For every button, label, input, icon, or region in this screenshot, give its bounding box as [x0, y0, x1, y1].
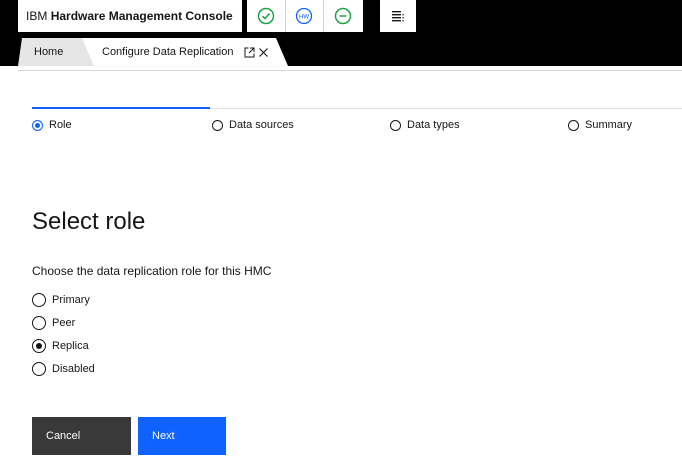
minus-circle-icon: [335, 7, 352, 25]
radio-label: Primary: [52, 294, 90, 306]
brand-name: Hardware Management Console: [50, 9, 233, 23]
radio-button[interactable]: [32, 293, 46, 307]
launch-icon[interactable]: [244, 47, 255, 58]
step-label: Data sources: [229, 119, 294, 131]
radio-button[interactable]: [32, 362, 46, 376]
radio-label: Replica: [52, 340, 89, 352]
step-label: Data types: [407, 119, 460, 131]
radio-option-peer[interactable]: Peer: [32, 315, 75, 331]
step-role[interactable]: Role: [32, 118, 72, 132]
cancel-button[interactable]: Cancel: [32, 417, 131, 455]
step-summary[interactable]: Summary: [568, 118, 632, 132]
step-label: Summary: [585, 119, 633, 131]
radio-option-disabled[interactable]: Disabled: [32, 361, 95, 377]
progress-fill: [32, 107, 210, 109]
status-ok-button[interactable]: [247, 0, 286, 32]
step-data-types[interactable]: Data types: [390, 118, 460, 132]
app-brand: IBM Hardware Management Console: [18, 0, 242, 32]
step-data-sources[interactable]: Data sources: [212, 118, 294, 132]
page-title: Select role: [32, 208, 146, 235]
menu-button[interactable]: [380, 0, 416, 32]
radio-option-primary[interactable]: Primary: [32, 292, 90, 308]
step-label: Role: [49, 119, 72, 131]
radio-label: Peer: [52, 317, 76, 329]
page-subtitle: Choose the data replication role for thi…: [32, 264, 272, 278]
radio-label: Disabled: [52, 363, 95, 375]
hardware-status-button[interactable]: HW: [286, 0, 325, 32]
hw-icon: HW: [296, 7, 313, 25]
step-incomplete-icon: [568, 119, 579, 131]
step-current-icon: [32, 119, 43, 131]
brand-prefix: IBM: [26, 9, 48, 23]
header-divider: [18, 70, 682, 71]
radio-button-checked[interactable]: [32, 339, 46, 353]
next-button[interactable]: Next: [138, 417, 226, 455]
radio-option-replica[interactable]: Replica: [32, 338, 89, 354]
hw-icon-text: HW: [299, 14, 309, 20]
check-circle-icon: [257, 7, 275, 25]
close-icon[interactable]: [258, 47, 269, 58]
tab-configure-label: Configure Data Replication: [102, 46, 234, 58]
step-incomplete-icon: [212, 119, 223, 131]
top-bar: IBM Hardware Management Console HW Home …: [0, 0, 682, 66]
tab-configure-data-replication[interactable]: Configure Data Replication: [82, 38, 288, 66]
tab-home-label: Home: [34, 46, 64, 58]
status-icon-group: HW: [247, 0, 363, 32]
step-incomplete-icon: [390, 119, 401, 131]
radio-button[interactable]: [32, 316, 46, 330]
menu-icon: [392, 11, 404, 22]
status-minus-button[interactable]: [324, 0, 363, 32]
